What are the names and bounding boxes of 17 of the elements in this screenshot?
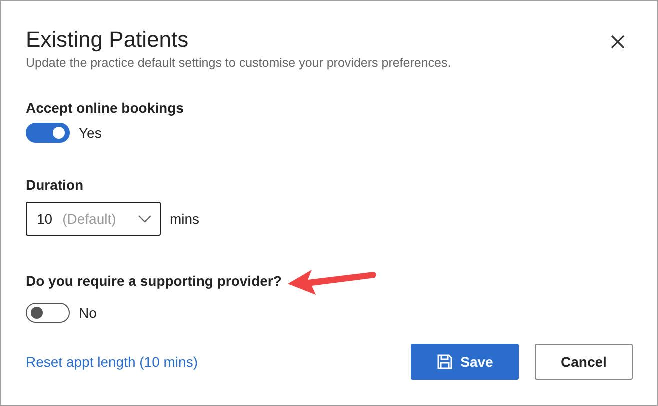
reset-link[interactable]: Reset appt length (10 mins)	[26, 354, 411, 370]
cancel-button[interactable]: Cancel	[535, 344, 633, 380]
close-icon[interactable]	[609, 33, 627, 51]
unit-label: mins	[170, 211, 200, 227]
save-icon	[436, 354, 453, 370]
toggle-switch[interactable]	[26, 303, 70, 323]
dialog-subtitle: Update the practice default settings to customise your providers preferences.	[26, 56, 452, 70]
toggle-switch[interactable]	[26, 123, 70, 143]
duration-dropdown[interactable]: 10 (Default)	[26, 202, 161, 236]
field-label: Duration	[26, 177, 84, 193]
field-label: Do you require a supporting provider?	[26, 273, 282, 289]
save-button[interactable]: Save	[411, 344, 519, 380]
field-label: Accept online bookings	[26, 100, 184, 116]
chevron-icon	[138, 215, 152, 223]
toggle-state: No	[79, 305, 97, 321]
toggle-state: Yes	[79, 125, 102, 141]
dialog-title: Existing Patients	[26, 27, 189, 53]
